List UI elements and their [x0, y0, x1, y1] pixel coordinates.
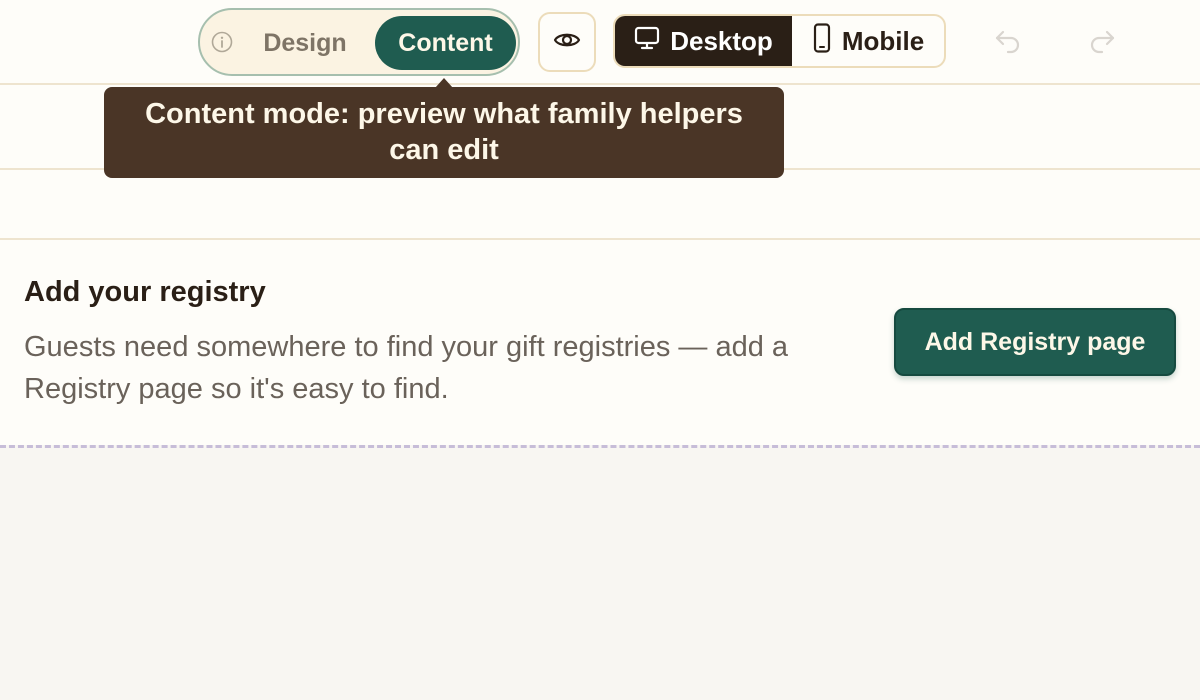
design-mode-button[interactable]: Design	[240, 16, 370, 70]
registry-prompt-description: Guests need somewhere to find your gift …	[24, 331, 789, 405]
undo-icon	[993, 26, 1023, 59]
undo-button[interactable]	[986, 20, 1030, 64]
monitor-icon	[634, 25, 660, 58]
preview-button[interactable]	[538, 12, 596, 72]
redo-button[interactable]	[1080, 20, 1124, 64]
editor-section-strip	[0, 170, 1200, 240]
page-canvas	[0, 448, 1200, 700]
tooltip-text: Content mode: preview what family helper…	[145, 98, 743, 166]
mode-toggle: Design Content	[198, 8, 520, 76]
editor-toolbar: Design Content Desktop Mobile	[0, 0, 1200, 85]
redo-icon	[1087, 26, 1117, 59]
registry-prompt-title: Add your registry	[24, 276, 266, 308]
registry-prompt-card: Add your registry Guests need somewhere …	[0, 240, 1200, 445]
info-circle-icon[interactable]	[210, 30, 234, 54]
desktop-view-button[interactable]: Desktop	[615, 16, 792, 66]
add-registry-page-button[interactable]: Add Registry page	[894, 308, 1176, 376]
device-toggle: Desktop Mobile	[613, 14, 946, 68]
content-mode-button[interactable]: Content	[375, 16, 516, 70]
desktop-label: Desktop	[670, 25, 773, 56]
eye-icon	[553, 30, 581, 55]
mobile-label: Mobile	[841, 25, 925, 56]
phone-icon	[812, 22, 832, 60]
content-mode-tooltip: Content mode: preview what family helper…	[104, 87, 784, 178]
mobile-view-button[interactable]: Mobile	[792, 16, 944, 66]
